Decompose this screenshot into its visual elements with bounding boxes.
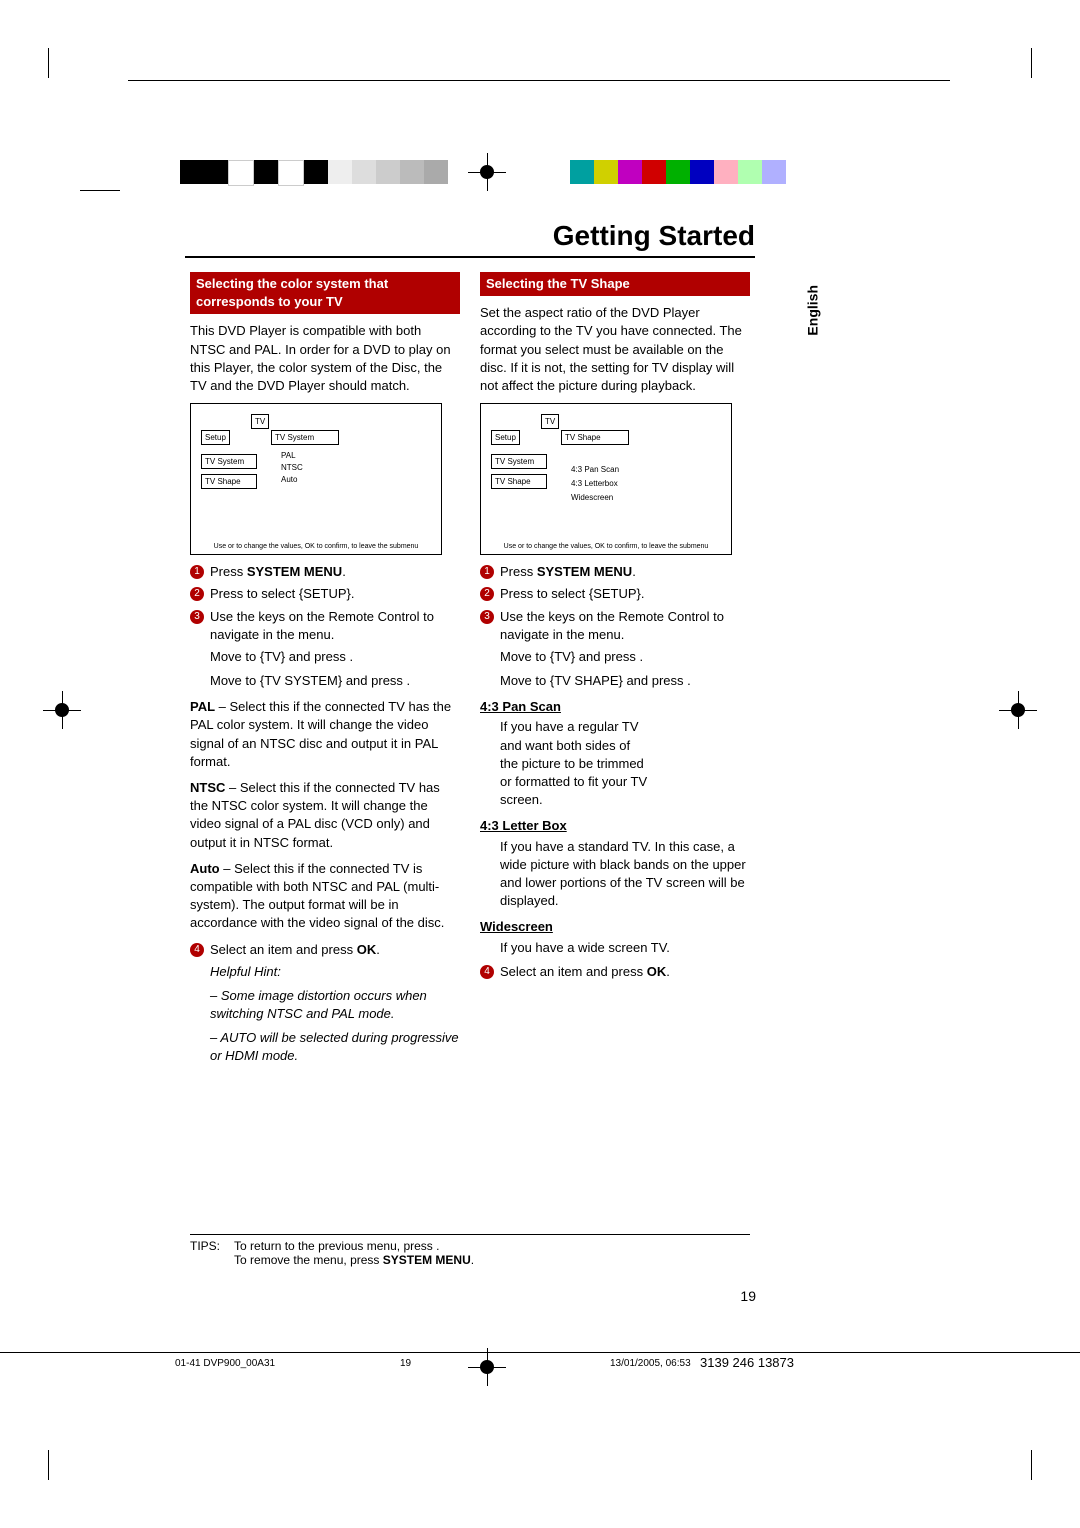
registration-mark [1011,703,1025,717]
letterbox-text: If you have a standard TV. In this case,… [500,838,750,911]
step-2: 2 Press to select {SETUP}. [480,585,750,603]
footer-divider [0,1352,1080,1353]
auto-option: Auto – Select this if the connected TV i… [190,860,460,933]
panscan-text: If you have a regular TV and want both s… [500,718,650,809]
step-number-icon: 4 [480,965,494,979]
content-area: Selecting the color system that correspo… [190,272,750,1072]
step-number-icon: 2 [190,587,204,601]
crop-corner [1001,1450,1032,1480]
calibration-colorbar-right [570,160,786,184]
step-1: 1 Press SYSTEM MENU. [480,563,750,581]
menu-screenshot-tv-system: TV Setup TV System TV Shape TV System PA… [190,403,442,555]
widescreen-text: If you have a wide screen TV. [500,939,750,957]
tips-footer: TIPS: To return to the previous menu, pr… [190,1234,750,1267]
letterbox-title: 4:3 Letter Box [480,817,750,835]
left-column: Selecting the color system that correspo… [190,272,460,1072]
crop-line [80,190,120,191]
footer-page: 19 [400,1358,411,1369]
registration-mark [55,703,69,717]
section-header-tv-shape: Selecting the TV Shape [480,272,750,296]
crop-corner [48,1450,79,1480]
step-number-icon: 4 [190,943,204,957]
registration-mark [480,1360,494,1374]
footer-partnumber: 3139 246 13873 [700,1355,794,1370]
pal-option: PAL – Select this if the connected TV ha… [190,698,460,771]
page-title: Getting Started [185,220,755,258]
helpful-hint-title: Helpful Hint: [210,963,460,981]
step-2: 2 Press to select {SETUP}. [190,585,460,603]
helpful-hint-2: – AUTO will be selected during progressi… [210,1029,460,1065]
right-column: Selecting the TV Shape Set the aspect ra… [480,272,750,1072]
step-number-icon: 1 [480,565,494,579]
step-4: 4 Select an item and press OK. [480,963,750,981]
ntsc-option: NTSC – Select this if the connected TV h… [190,779,460,852]
intro-text: This DVD Player is compatible with both … [190,322,460,395]
step-number-icon: 2 [480,587,494,601]
panscan-title: 4:3 Pan Scan [480,698,750,716]
helpful-hint-1: – Some image distortion occurs when swit… [210,987,460,1023]
step-number-icon: 3 [480,610,494,624]
tips-label: TIPS: [190,1239,220,1267]
step-number-icon: 1 [190,565,204,579]
page-number: 19 [740,1288,756,1304]
step-number-icon: 3 [190,610,204,624]
step-3: 3 Use the keys on the Remote Control to … [480,608,750,644]
menu-screenshot-tv-shape: TV Setup TV System TV Shape TV Shape 4:3… [480,403,732,555]
footer-timestamp: 13/01/2005, 06:53 [610,1358,691,1369]
step-1: 1 Press SYSTEM MENU. [190,563,460,581]
registration-mark [480,165,494,179]
footer-filename: 01-41 DVP900_00A31 [175,1358,275,1369]
step-4: 4 Select an item and press OK. [190,941,460,959]
language-tab: English [805,285,821,336]
calibration-colorbar-left [180,160,448,184]
widescreen-title: Widescreen [480,918,750,936]
section-header-color-system: Selecting the color system that correspo… [190,272,460,314]
step-3: 3 Use the keys on the Remote Control to … [190,608,460,644]
crop-corner [1001,48,1032,78]
intro-text: Set the aspect ratio of the DVD Player a… [480,304,750,395]
crop-corner [48,48,79,78]
crop-line [128,80,950,81]
